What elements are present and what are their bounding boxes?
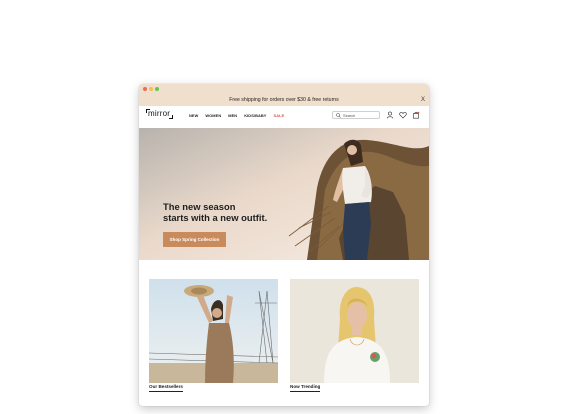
nav-item-men[interactable]: MEN — [228, 113, 237, 118]
bestsellers-card-image[interactable] — [149, 279, 278, 383]
logo-corner-bottom-right — [169, 115, 174, 119]
brand-logo[interactable]: mirror — [146, 109, 174, 119]
search-icon — [336, 112, 341, 118]
header-icons — [386, 111, 420, 119]
minimize-window-icon[interactable] — [149, 87, 153, 91]
hero-headline-line-1: The new season — [163, 201, 236, 212]
shop-spring-collection-button[interactable]: Shop Spring Collection — [163, 232, 226, 247]
main-nav: NEW WOMEN MEN KIDS/BABY SALE — [189, 106, 284, 124]
nav-item-kids-baby[interactable]: KIDS/BABY — [244, 113, 266, 118]
promo-text: Free shipping for orders over $30 & free… — [229, 97, 339, 103]
trending-link[interactable]: Now Trending — [290, 384, 321, 392]
zoom-window-icon[interactable] — [155, 87, 159, 91]
logo-corner-top-left — [146, 109, 150, 113]
hero-headline-line-2: starts with a new outfit. — [163, 212, 268, 223]
nav-item-new[interactable]: NEW — [189, 113, 198, 118]
window-titlebar — [139, 84, 429, 94]
promo-banner: Free shipping for orders over $30 & free… — [139, 94, 429, 106]
bestsellers-link[interactable]: Our Bestsellers — [149, 384, 183, 392]
trending-photo — [290, 279, 419, 383]
hero-headline: The new season starts with a new outfit. — [163, 201, 267, 223]
promo-close-button[interactable]: X — [421, 94, 425, 106]
search-placeholder: Search — [343, 112, 356, 118]
trending-card-image[interactable] — [290, 279, 419, 383]
nav-item-sale[interactable]: SALE — [274, 113, 285, 118]
user-icon[interactable] — [386, 111, 394, 119]
browser-window: Free shipping for orders over $30 & free… — [139, 84, 429, 406]
nav-item-women[interactable]: WOMEN — [205, 113, 221, 118]
logo-text: mirror — [148, 109, 171, 118]
search-input[interactable]: Search — [332, 111, 380, 119]
bag-icon[interactable] — [412, 111, 420, 119]
heart-icon[interactable] — [399, 111, 407, 119]
site-header: mirror NEW WOMEN MEN KIDS/BABY SALE Sear… — [139, 106, 429, 124]
close-window-icon[interactable] — [143, 87, 147, 91]
bestsellers-photo — [149, 279, 278, 383]
